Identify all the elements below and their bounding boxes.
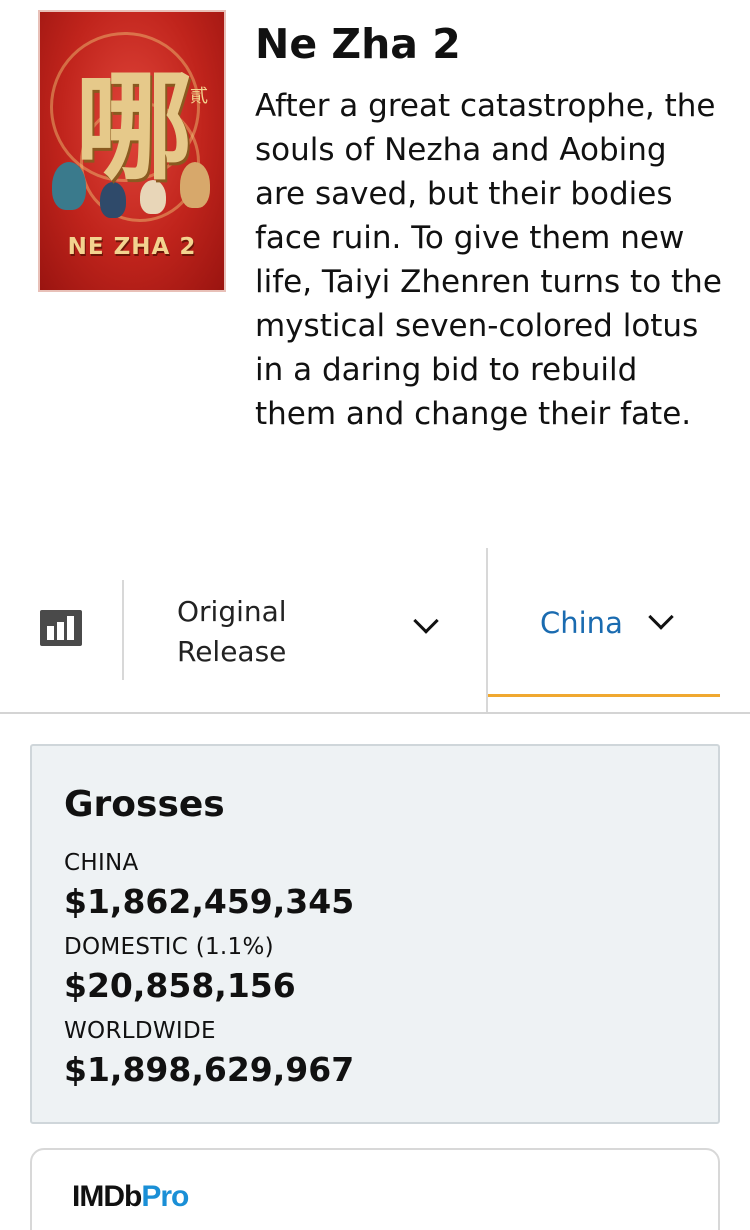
section-divider	[0, 712, 750, 714]
movie-poster[interactable]: 哪 貳 NE ZHA 2	[38, 10, 226, 292]
movie-title: Ne Zha 2	[255, 20, 461, 68]
grosses-panel: Grosses CHINA $1,862,459,345 DOMESTIC (1…	[30, 744, 720, 1124]
gross-label-china: CHINA	[64, 850, 139, 876]
release-type-dropdown[interactable]: Original Release	[177, 592, 357, 672]
territory-label[interactable]: China	[540, 606, 623, 640]
imdbpro-logo-pro: Pro	[141, 1180, 189, 1213]
bar-chart-icon[interactable]	[40, 610, 82, 646]
filter-divider	[122, 580, 124, 680]
active-tab-indicator	[488, 694, 720, 697]
gross-value-domestic: $20,858,156	[64, 966, 296, 1005]
gross-label-worldwide: WORLDWIDE	[64, 1018, 216, 1044]
gross-value-china: $1,862,459,345	[64, 882, 355, 921]
movie-synopsis: After a great catastrophe, the souls of …	[255, 88, 722, 432]
poster-title: NE ZHA 2	[67, 234, 197, 260]
grosses-heading: Grosses	[64, 784, 225, 825]
imdbpro-card[interactable]: IMDbPro	[30, 1148, 720, 1230]
imdbpro-logo-imdb: IMDb	[72, 1180, 142, 1213]
poster-glyph: 哪	[74, 57, 193, 196]
chevron-down-icon[interactable]	[413, 608, 439, 634]
gross-label-domestic: DOMESTIC (1.1%)	[64, 934, 274, 960]
poster-small-glyph: 貳	[190, 86, 208, 107]
gross-value-worldwide: $1,898,629,967	[64, 1050, 355, 1089]
imdbpro-logo[interactable]: IMDbPro	[72, 1180, 189, 1214]
